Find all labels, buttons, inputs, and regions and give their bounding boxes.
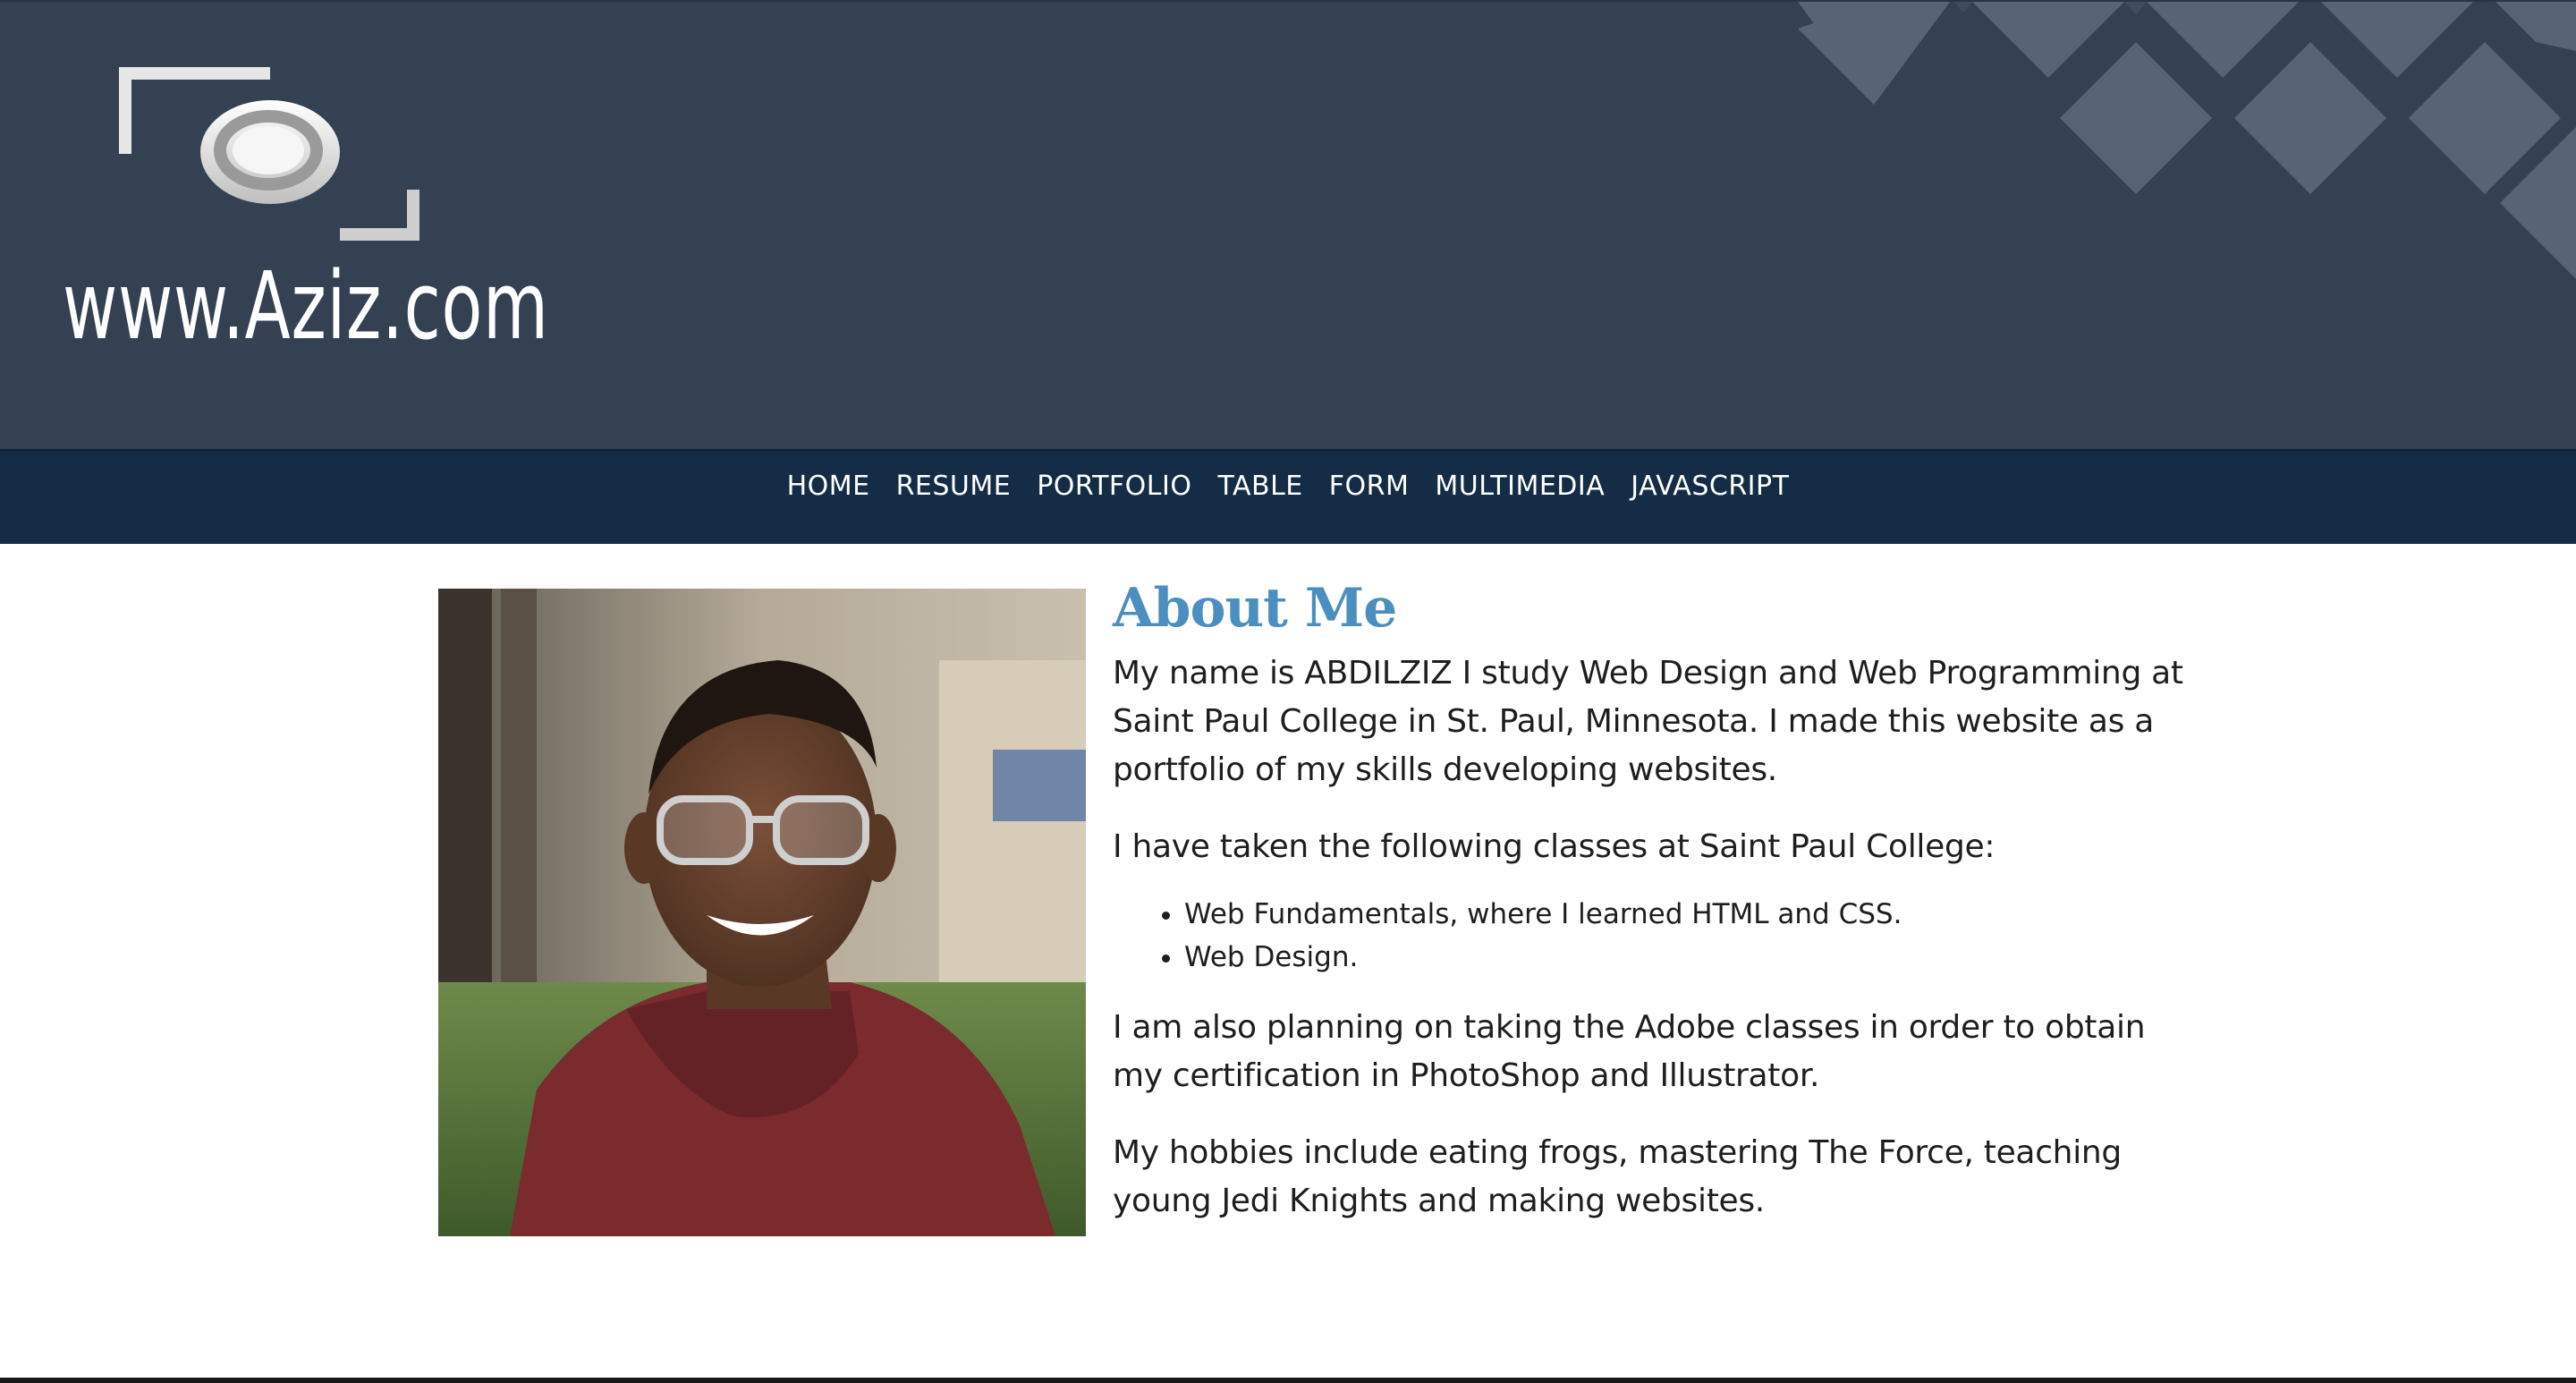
footer-divider [0,1378,2576,1383]
nav-item-resume[interactable]: RESUME [896,471,1012,503]
about-heading: About Me [1113,577,1397,640]
nav-item-table[interactable]: TABLE [1217,471,1302,503]
classes-list: Web Fundamentals, where I learned HTML a… [1113,893,2186,979]
nav-list: HOME RESUME PORTFOLIO TABLE FORM MULTIME… [787,471,1790,503]
site-header: www.Aziz.com [0,0,2576,449]
page: www.Aziz.com HOME RESUME PORTFOLIO TABLE… [0,0,2576,1383]
nav-item-portfolio[interactable]: PORTFOLIO [1037,471,1191,503]
nav-item-multimedia[interactable]: MULTIMEDIA [1435,471,1605,503]
main-navigation: HOME RESUME PORTFOLIO TABLE FORM MULTIME… [0,449,2576,544]
list-item: Web Fundamentals, where I learned HTML a… [1184,893,2186,936]
nav-item-home[interactable]: HOME [787,471,870,503]
hobbies-paragraph: My hobbies include eating frogs, masteri… [1113,1134,2122,1219]
site-logo-text[interactable]: www.Aziz.com [63,259,549,352]
about-section: About Me My name is ABDILZIZ I study Web… [1113,573,2186,1226]
nav-item-form[interactable]: FORM [1329,471,1410,503]
list-item: Web Design. [1184,936,2186,979]
nav-item-javascript[interactable]: JAVASCRIPT [1631,471,1789,503]
plans-paragraph: I am also planning on taking the Adobe c… [1113,1009,2146,1094]
classes-intro-paragraph: I have taken the following classes at Sa… [1113,828,1996,865]
intro-paragraph: My name is ABDILZIZ I study Web Design a… [1113,655,2183,788]
profile-photo [438,589,1086,1236]
